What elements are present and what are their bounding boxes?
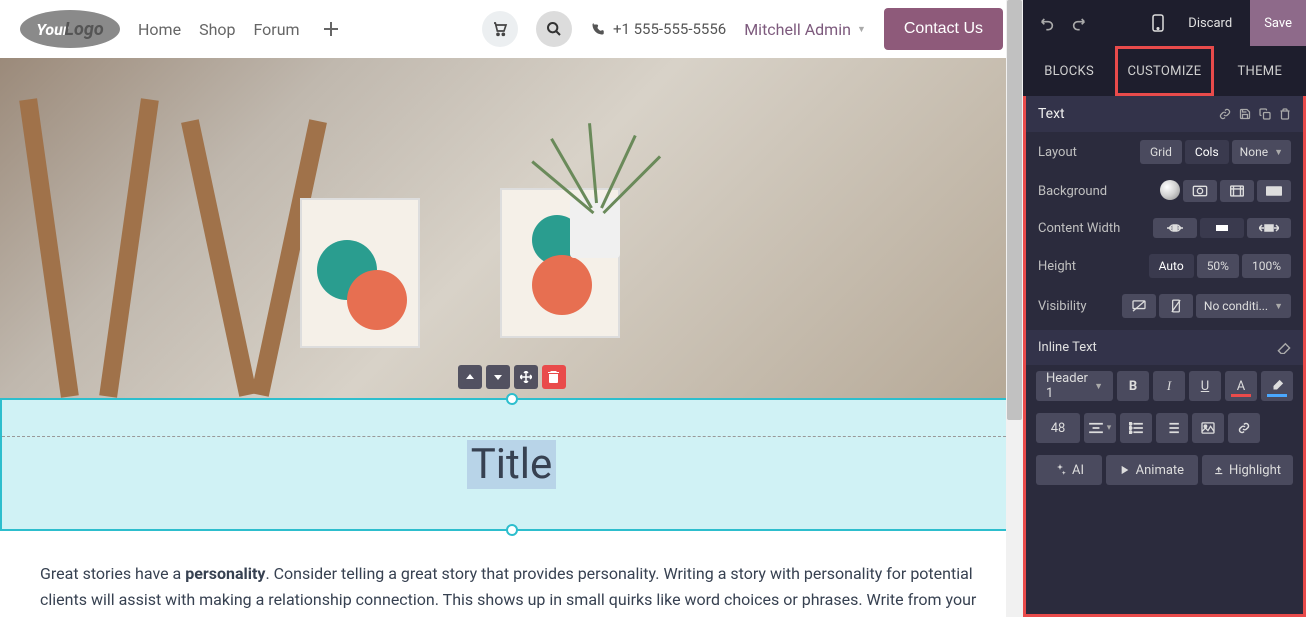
align-button[interactable]: ▾ [1084,413,1116,443]
text-color-button[interactable]: A [1225,371,1257,401]
inline-format-row-1: Header 1▼ B I U A [1026,365,1303,407]
chevron-down-icon: ▼ [857,24,866,35]
search-icon[interactable] [536,11,572,47]
font-size-input[interactable]: 48 [1036,413,1080,443]
inline-format-row-2: 48 ▾ [1026,407,1303,449]
layout-row: Layout Grid Cols None▼ [1026,132,1303,172]
sidebar-topbar: Discard Save [1023,0,1306,46]
visibility-row: Visibility No conditi...▼ [1026,286,1303,326]
width-default[interactable] [1200,218,1244,238]
phone-icon [590,22,605,37]
site-logo[interactable]: YourLogo [20,10,120,48]
content-width-row: Content Width [1026,210,1303,246]
text-section-title: Text [1038,106,1065,122]
visibility-condition-select[interactable]: No conditi...▼ [1196,294,1291,318]
background-label: Background [1038,184,1150,199]
cart-icon[interactable] [482,11,518,47]
title-block[interactable]: Title [0,398,1023,531]
trash-icon[interactable] [1279,108,1291,120]
guide-line [2,436,1021,437]
resize-handle-bottom[interactable] [506,524,518,536]
undo-icon[interactable] [1035,11,1059,35]
phone-number: +1 555-555-5556 [590,20,726,38]
list-ol-button[interactable] [1156,413,1188,443]
inline-text-title: Inline Text [1038,340,1097,355]
background-video-icon[interactable] [1220,180,1254,202]
layout-none-select[interactable]: None▼ [1232,140,1291,164]
content-width-label: Content Width [1038,221,1143,236]
site-header: YourLogo Home Shop Forum +1 555-555-5556… [0,0,1023,58]
save-button[interactable]: Save [1250,0,1306,46]
highlight-button[interactable]: Highlight [1202,455,1293,485]
inline-text-header: Inline Text [1026,330,1303,365]
layout-cols[interactable]: Cols [1185,140,1229,164]
width-full[interactable] [1247,218,1291,238]
user-menu[interactable]: Mitchell Admin ▼ [744,20,866,39]
highlight-color-button[interactable] [1261,371,1293,401]
animate-button[interactable]: Animate [1106,455,1197,485]
para-part-1: Great stories have a [40,564,185,583]
discard-button[interactable]: Discard [1178,16,1242,31]
background-row: Background [1026,172,1303,210]
resize-handle-top[interactable] [506,393,518,405]
link-icon[interactable] [1219,108,1231,120]
height-50[interactable]: 50% [1197,254,1239,278]
nav-shop[interactable]: Shop [199,20,235,39]
italic-button[interactable]: I [1153,371,1185,401]
editor-sidebar: Discard Save BLOCKS CUSTOMIZE THEME Text… [1023,0,1306,617]
user-name: Mitchell Admin [744,20,851,39]
nav-add-icon[interactable] [318,20,344,38]
copy-icon[interactable] [1259,108,1271,120]
text-section-header: Text [1026,96,1303,132]
nav-forum[interactable]: Forum [253,20,299,39]
bold-button[interactable]: B [1117,371,1149,401]
background-image-icon[interactable] [1183,180,1217,202]
phone-text: +1 555-555-5556 [613,20,726,38]
heading-select[interactable]: Header 1▼ [1036,371,1113,401]
contact-us-button[interactable]: Contact Us [884,8,1003,50]
scrollbar-track[interactable] [1006,0,1023,617]
ai-button[interactable]: AI [1036,455,1102,485]
image-insert-button[interactable] [1192,413,1224,443]
block-delete-icon[interactable] [542,365,566,389]
underline-button[interactable]: U [1189,371,1221,401]
redo-icon[interactable] [1067,11,1091,35]
background-shape-icon[interactable] [1257,180,1291,202]
visibility-label: Visibility [1038,299,1112,314]
title-text[interactable]: Title [467,440,557,489]
scrollbar-thumb[interactable] [1007,0,1022,420]
visibility-desktop-icon[interactable] [1122,294,1156,318]
mobile-preview-icon[interactable] [1146,11,1170,35]
height-row: Height Auto 50% 100% [1026,246,1303,286]
eraser-icon[interactable] [1277,342,1291,354]
height-100[interactable]: 100% [1242,254,1291,278]
block-drag-icon[interactable] [514,365,538,389]
list-ul-button[interactable] [1120,413,1152,443]
visibility-mobile-icon[interactable] [1159,294,1193,318]
layout-grid[interactable]: Grid [1140,140,1182,164]
height-label: Height [1038,259,1139,274]
body-paragraph[interactable]: Great stories have a personality. Consid… [0,531,1023,617]
nav-home[interactable]: Home [138,20,181,39]
save-block-icon[interactable] [1239,108,1251,120]
tab-theme[interactable]: THEME [1214,46,1306,96]
para-bold: personality [185,564,265,583]
tab-blocks[interactable]: BLOCKS [1023,46,1115,96]
block-toolbar [458,365,566,389]
hero-image [0,58,1023,398]
inline-actions-row: AI Animate Highlight [1026,449,1303,491]
background-color-swatch[interactable] [1160,180,1180,200]
block-move-up-icon[interactable] [458,365,482,389]
layout-label: Layout [1038,145,1130,160]
width-narrow[interactable] [1153,218,1197,238]
sidebar-tabs: BLOCKS CUSTOMIZE THEME [1023,46,1306,96]
tab-customize[interactable]: CUSTOMIZE [1115,46,1213,96]
block-move-down-icon[interactable] [486,365,510,389]
height-auto[interactable]: Auto [1149,254,1194,278]
customize-panel: Text Layout Grid Cols None▼ Background [1023,96,1306,617]
link-insert-button[interactable] [1228,413,1260,443]
